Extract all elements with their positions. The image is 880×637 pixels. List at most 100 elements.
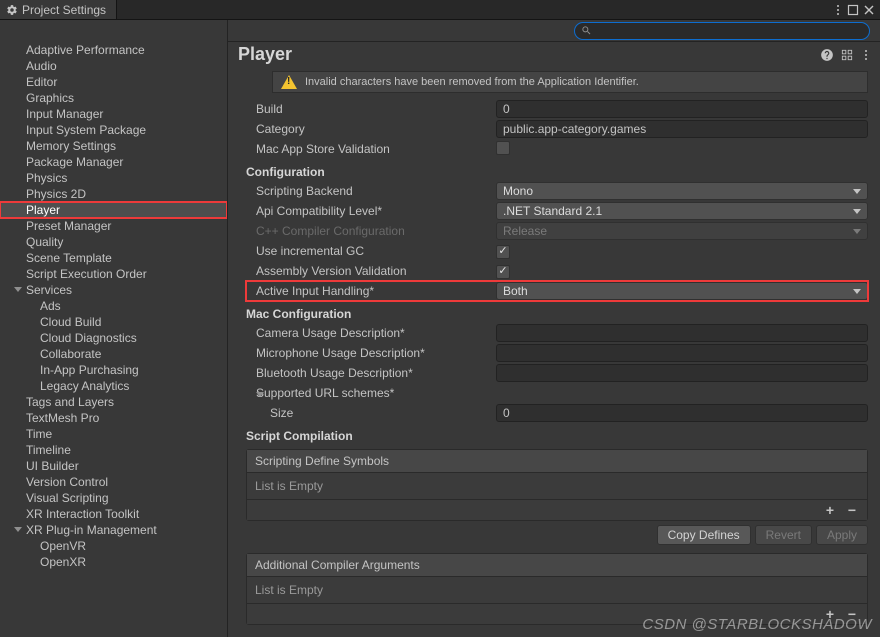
sidebar-item-legacy-analytics[interactable]: Legacy Analytics	[0, 378, 227, 394]
sidebar-item-in-app-purchasing[interactable]: In-App Purchasing	[0, 362, 227, 378]
help-icon[interactable]	[820, 48, 834, 62]
row-api-compat: Api Compatibility Level* .NET Standard 2…	[246, 201, 868, 221]
label-url-schemes[interactable]: Supported URL schemes*	[246, 386, 496, 400]
input-build[interactable]	[496, 100, 868, 118]
sidebar-item-editor[interactable]: Editor	[0, 74, 227, 90]
sidebar-item-visual-scripting[interactable]: Visual Scripting	[0, 490, 227, 506]
input-microphone-desc[interactable]	[496, 344, 868, 362]
label-microphone-desc: Microphone Usage Description*	[246, 346, 496, 360]
kebab-menu-icon[interactable]	[832, 3, 844, 17]
sidebar-item-quality[interactable]: Quality	[0, 234, 227, 250]
sidebar-item-cloud-build[interactable]: Cloud Build	[0, 314, 227, 330]
row-assembly-validation: Assembly Version Validation	[246, 261, 868, 281]
sidebar-item-input-manager[interactable]: Input Manager	[0, 106, 227, 122]
input-url-size[interactable]	[496, 404, 868, 422]
sidebar-item-label: Audio	[26, 59, 57, 73]
dropdown-active-input[interactable]: Both	[496, 282, 868, 300]
dropdown-api-compat[interactable]: .NET Standard 2.1	[496, 202, 868, 220]
row-build: Build	[246, 99, 868, 119]
sidebar-item-adaptive-performance[interactable]: Adaptive Performance	[0, 42, 227, 58]
sidebar-item-preset-manager[interactable]: Preset Manager	[0, 218, 227, 234]
sidebar-item-label: Timeline	[26, 443, 71, 457]
sidebar-item-audio[interactable]: Audio	[0, 58, 227, 74]
section-script-compilation: Script Compilation	[246, 423, 868, 445]
warning-banner: Invalid characters have been removed fro…	[272, 71, 868, 93]
sidebar-item-label: OpenVR	[40, 539, 86, 553]
sidebar-item-openvr[interactable]: OpenVR	[0, 538, 227, 554]
apply-button: Apply	[816, 525, 868, 545]
listbox-footer-compiler-args: + −	[247, 603, 867, 624]
sidebar-item-version-control[interactable]: Version Control	[0, 474, 227, 490]
checkbox-assembly-validation[interactable]	[496, 265, 510, 279]
presets-icon[interactable]	[840, 48, 854, 62]
listbox-footer-define-symbols: + −	[247, 499, 867, 520]
settings-sidebar[interactable]: Adaptive PerformanceAudioEditorGraphics I…	[0, 20, 228, 637]
add-button[interactable]: +	[821, 606, 839, 622]
sidebar-item-scene-template[interactable]: Scene Template	[0, 250, 227, 266]
sidebar-item-textmesh-pro[interactable]: TextMesh Pro	[0, 410, 227, 426]
remove-button[interactable]: −	[843, 502, 861, 518]
input-bluetooth-desc[interactable]	[496, 364, 868, 382]
search-icon	[581, 25, 592, 36]
sidebar-item-time[interactable]: Time	[0, 426, 227, 442]
sidebar-item-ui-builder[interactable]: UI Builder	[0, 458, 227, 474]
search-box[interactable]	[574, 22, 870, 40]
listbox-head-define-symbols: Scripting Define Symbols	[247, 450, 867, 473]
listbox-compiler-args: Additional Compiler Arguments List is Em…	[246, 553, 868, 625]
sidebar-item-player[interactable]: Player	[0, 202, 227, 218]
dropdown-cpp-compiler: Release	[496, 222, 868, 240]
sidebar-item-tags-and-layers[interactable]: Tags and Layers	[0, 394, 227, 410]
row-url-size: Size	[246, 403, 868, 423]
checkbox-mac-app-store[interactable]	[496, 141, 510, 155]
sidebar-item-physics-2d[interactable]: Physics 2D	[0, 186, 227, 202]
sidebar-item-label: TextMesh Pro	[26, 411, 99, 425]
label-camera-desc: Camera Usage Description*	[246, 326, 496, 340]
sidebar-item-cloud-diagnostics[interactable]: Cloud Diagnostics	[0, 330, 227, 346]
sidebar-item-services[interactable]: Services	[0, 282, 227, 298]
warning-icon	[281, 75, 297, 89]
context-menu-icon[interactable]	[860, 48, 872, 62]
dropdown-scripting-backend[interactable]: Mono	[496, 182, 868, 200]
input-category[interactable]	[496, 120, 868, 138]
sidebar-item-label: Player	[26, 203, 60, 217]
listbox-body-define-symbols: List is Empty	[247, 473, 867, 499]
sidebar-item-label: Time	[26, 427, 52, 441]
copy-defines-button[interactable]: Copy Defines	[657, 525, 751, 545]
sidebar-item-xr-plug-in-management[interactable]: XR Plug-in Management	[0, 522, 227, 538]
sidebar-item-openxr[interactable]: OpenXR	[0, 554, 227, 570]
sidebar-item-label: XR Plug-in Management	[26, 523, 157, 537]
sidebar-item-xr-interaction-toolkit[interactable]: XR Interaction Toolkit	[0, 506, 227, 522]
sidebar-item-label: Visual Scripting	[26, 491, 109, 505]
sidebar-item-ads[interactable]: Ads	[0, 298, 227, 314]
define-symbols-buttons: Copy Defines Revert Apply	[246, 525, 868, 545]
sidebar-item-input-system-package[interactable]: Input System Package	[0, 122, 227, 138]
scroll-body[interactable]: Invalid characters have been removed fro…	[228, 71, 880, 637]
sidebar-item-graphics[interactable]: Graphics	[0, 90, 227, 106]
add-button[interactable]: +	[821, 502, 839, 518]
row-scripting-backend: Scripting Backend Mono	[246, 181, 868, 201]
sidebar-item-label: Input Manager	[26, 107, 103, 121]
sidebar-item-label: Package Manager	[26, 155, 123, 169]
sidebar-item-package-manager[interactable]: Package Manager	[0, 154, 227, 170]
search-input[interactable]	[596, 25, 863, 37]
revert-button: Revert	[755, 525, 812, 545]
sidebar-item-timeline[interactable]: Timeline	[0, 442, 227, 458]
sidebar-item-collaborate[interactable]: Collaborate	[0, 346, 227, 362]
row-active-input-handling: Active Input Handling* Both	[246, 281, 868, 301]
input-camera-desc[interactable]	[496, 324, 868, 342]
row-cpp-compiler: C++ Compiler Configuration Release	[246, 221, 868, 241]
label-mac-app-store: Mac App Store Validation	[246, 142, 496, 156]
sidebar-item-physics[interactable]: Physics	[0, 170, 227, 186]
label-url-size: Size	[246, 406, 496, 420]
row-mac-app-store: Mac App Store Validation	[246, 139, 868, 159]
close-icon[interactable]	[862, 3, 876, 17]
sidebar-item-label: Graphics	[26, 91, 74, 105]
maximize-icon[interactable]	[846, 3, 860, 17]
checkbox-incremental-gc[interactable]	[496, 245, 510, 259]
project-settings-tab[interactable]: Project Settings	[0, 0, 117, 19]
remove-button[interactable]: −	[843, 606, 861, 622]
sidebar-item-memory-settings[interactable]: Memory Settings	[0, 138, 227, 154]
sidebar-item-label: Physics 2D	[26, 187, 86, 201]
row-url-schemes[interactable]: Supported URL schemes*	[246, 383, 868, 403]
sidebar-item-script-execution-order[interactable]: Script Execution Order	[0, 266, 227, 282]
